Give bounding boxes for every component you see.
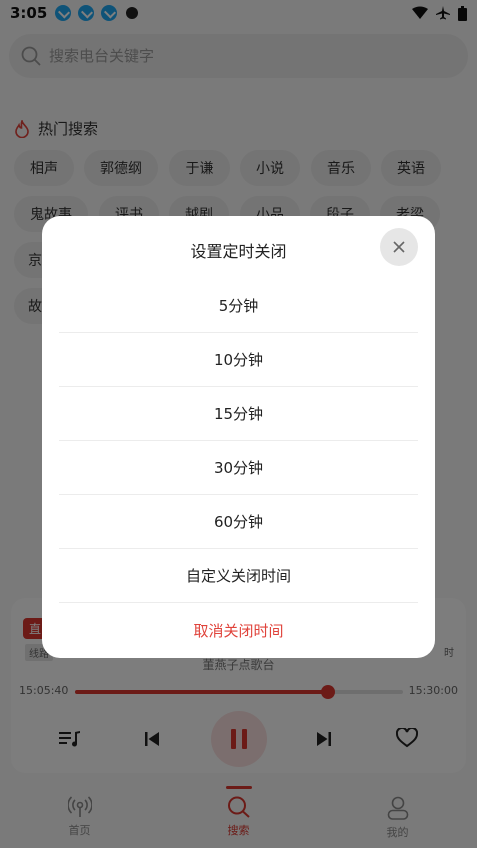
timer-option-custom[interactable]: 自定义关闭时间 — [59, 549, 418, 603]
cancel-timer-button[interactable]: 取消关闭时间 — [59, 603, 418, 657]
timer-options: 5分钟 10分钟 15分钟 30分钟 60分钟 自定义关闭时间 取消关闭时间 — [59, 279, 418, 657]
timer-option-10min[interactable]: 10分钟 — [59, 333, 418, 387]
dialog-title: 设置定时关闭 — [190, 242, 287, 261]
sleep-timer-dialog: 设置定时关闭 5分钟 10分钟 15分钟 30分钟 60分钟 自定义关闭时间 取… — [42, 216, 435, 658]
close-button[interactable] — [380, 228, 418, 266]
timer-option-60min[interactable]: 60分钟 — [59, 495, 418, 549]
timer-option-15min[interactable]: 15分钟 — [59, 387, 418, 441]
close-icon — [393, 241, 405, 253]
timer-option-30min[interactable]: 30分钟 — [59, 441, 418, 495]
timer-option-5min[interactable]: 5分钟 — [59, 279, 418, 333]
